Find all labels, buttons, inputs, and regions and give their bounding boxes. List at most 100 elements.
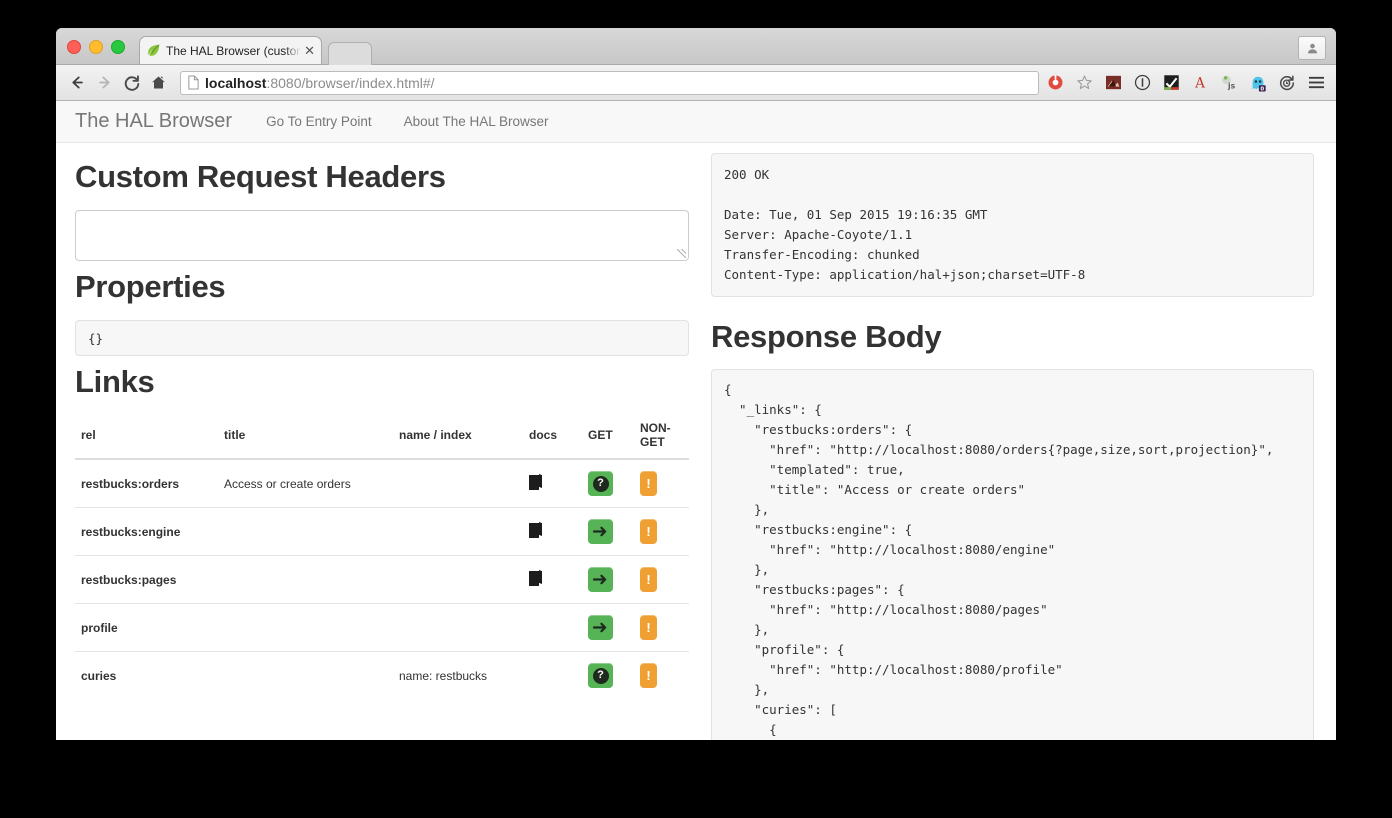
screenshot-icon[interactable]	[1103, 73, 1123, 93]
bookmark-star-icon[interactable]	[1074, 73, 1094, 93]
get-question-button[interactable]: ?	[588, 663, 613, 688]
links-table-row: restbucks:orders Access or create orders?…	[75, 459, 689, 508]
column-header-name-index: name / index	[393, 415, 523, 460]
home-button[interactable]	[145, 69, 172, 96]
tab-title: The HAL Browser (customi	[166, 43, 302, 58]
get-arrow-button[interactable]	[588, 615, 613, 640]
window-controls	[67, 40, 125, 54]
cell-rel[interactable]: restbucks:orders	[75, 459, 218, 508]
javascript-icon[interactable]: js	[1219, 73, 1239, 93]
get-question-button[interactable]: ?	[588, 471, 613, 496]
cell-nonget: !	[634, 603, 689, 652]
docs-book-icon[interactable]	[529, 522, 542, 538]
browser-tab[interactable]: The HAL Browser (customi ✕	[139, 36, 322, 64]
nonget-button[interactable]: !	[640, 663, 657, 688]
tab-close-icon[interactable]: ✕	[304, 44, 315, 57]
links-table-head: rel title name / index docs GET NON-GET	[75, 415, 689, 460]
svg-text:0: 0	[1260, 86, 1264, 92]
cell-docs	[523, 603, 582, 652]
cell-get: ?	[582, 651, 634, 699]
tab-strip: The HAL Browser (customi ✕	[56, 28, 1336, 65]
docs-book-icon[interactable]	[529, 474, 542, 490]
url-path: :8080/browser/index.html#/	[266, 74, 435, 91]
nonget-button[interactable]: !	[640, 519, 657, 544]
cell-rel[interactable]: curies	[75, 651, 218, 699]
cell-docs	[523, 459, 582, 508]
custom-request-headers-textarea-wrap	[75, 210, 689, 261]
app-navbar: The HAL Browser Go To Entry Point About …	[56, 101, 1336, 143]
cell-nonget: !	[634, 459, 689, 508]
nonget-button[interactable]: !	[640, 615, 657, 640]
cell-rel[interactable]: restbucks:engine	[75, 507, 218, 556]
page-content: Custom Request Headers Properties {} Lin…	[56, 143, 1336, 740]
info-icon[interactable]	[1132, 73, 1152, 93]
nonget-button[interactable]: !	[640, 471, 657, 496]
back-button[interactable]	[64, 69, 91, 96]
cell-title	[218, 651, 393, 699]
cell-docs	[523, 507, 582, 556]
response-headers: 200 OK Date: Tue, 01 Sep 2015 19:16:35 G…	[711, 153, 1314, 297]
page-icon	[188, 75, 199, 90]
nonget-button[interactable]: !	[640, 567, 657, 592]
left-column: Custom Request Headers Properties {} Lin…	[56, 143, 711, 740]
column-header-title: title	[218, 415, 393, 460]
cell-docs	[523, 555, 582, 604]
links-table-row: restbucks:pages!	[75, 555, 689, 604]
ghostery-icon[interactable]: 0	[1248, 73, 1268, 93]
cell-nonget: !	[634, 651, 689, 699]
forward-button[interactable]	[91, 69, 118, 96]
cell-name-index	[393, 507, 523, 556]
page-viewport: The HAL Browser Go To Entry Point About …	[56, 101, 1336, 740]
svg-text:A: A	[1194, 76, 1205, 91]
app-brand[interactable]: The HAL Browser	[75, 110, 232, 133]
new-tab-button[interactable]	[328, 42, 372, 65]
docs-book-icon[interactable]	[529, 570, 542, 586]
checkmark-icon[interactable]	[1161, 73, 1181, 93]
extension-icons: A js 0	[1045, 73, 1328, 93]
cell-title	[218, 603, 393, 652]
cell-rel[interactable]: profile	[75, 603, 218, 652]
nav-link-about[interactable]: About The HAL Browser	[404, 114, 549, 129]
address-bar[interactable]: localhost:8080/browser/index.html#/	[180, 70, 1039, 95]
links-table-header-row: rel title name / index docs GET NON-GET	[75, 415, 689, 460]
cell-nonget: !	[634, 507, 689, 556]
cell-name-index	[393, 603, 523, 652]
properties-heading: Properties	[75, 269, 226, 304]
cell-title	[218, 507, 393, 556]
column-header-nonget: NON-GET	[634, 415, 689, 460]
browser-toolbar: localhost:8080/browser/index.html#/ A js…	[56, 65, 1336, 101]
profile-avatar-button[interactable]	[1298, 36, 1326, 60]
cell-name-index	[393, 555, 523, 604]
cell-title	[218, 555, 393, 604]
properties-body: {}	[75, 320, 689, 356]
maximize-window-button[interactable]	[111, 40, 125, 54]
avatar-icon	[1307, 43, 1317, 53]
spring-leaf-icon	[146, 43, 161, 58]
links-heading: Links	[75, 364, 155, 399]
cell-rel[interactable]: restbucks:pages	[75, 555, 218, 604]
links-table: rel title name / index docs GET NON-GET …	[75, 415, 689, 699]
reload-button[interactable]	[118, 69, 145, 96]
cell-name-index	[393, 459, 523, 508]
nav-link-entry-point[interactable]: Go To Entry Point	[266, 114, 372, 129]
cell-name-index: name: restbucks	[393, 651, 523, 699]
cell-nonget: !	[634, 555, 689, 604]
cell-get	[582, 603, 634, 652]
font-a-icon[interactable]: A	[1190, 73, 1210, 93]
history-sync-icon[interactable]	[1277, 73, 1297, 93]
cell-get	[582, 555, 634, 604]
links-table-body: restbucks:orders Access or create orders?…	[75, 459, 689, 699]
get-arrow-button[interactable]	[588, 567, 613, 592]
close-window-button[interactable]	[67, 40, 81, 54]
get-arrow-button[interactable]	[588, 519, 613, 544]
cell-get	[582, 507, 634, 556]
minimize-window-button[interactable]	[89, 40, 103, 54]
custom-request-headers-input[interactable]	[76, 211, 688, 260]
links-table-row: curies name: restbucks?!	[75, 651, 689, 699]
cell-get: ?	[582, 459, 634, 508]
custom-request-headers-heading: Custom Request Headers	[75, 159, 446, 194]
url-text: localhost:8080/browser/index.html#/	[205, 75, 435, 91]
response-body-heading: Response Body	[711, 319, 942, 354]
adblock-icon[interactable]	[1045, 73, 1065, 93]
menu-icon[interactable]	[1306, 73, 1326, 93]
